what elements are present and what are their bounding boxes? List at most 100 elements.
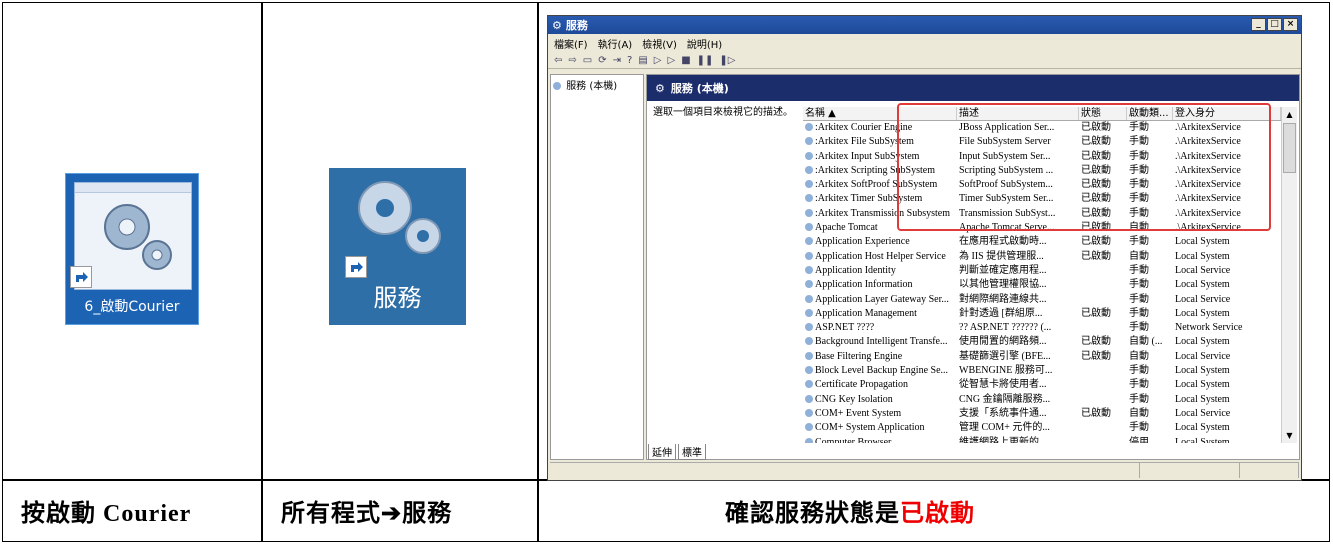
tab-extended[interactable]: 延伸 <box>648 444 676 460</box>
column-divider-2 <box>537 3 539 541</box>
service-description: 以其他管理權限協... <box>959 279 1047 291</box>
service-gear-icon <box>805 337 813 346</box>
menu-view[interactable]: 檢視(V) <box>642 36 677 51</box>
service-description: 對網際網路連線共... <box>959 293 1047 305</box>
scroll-thumb[interactable] <box>1283 123 1296 173</box>
pause-icon[interactable]: ❚❚ <box>697 55 714 66</box>
service-gear-icon <box>805 423 813 432</box>
stop-icon[interactable]: ■ <box>681 55 690 66</box>
tree-item-services-local[interactable]: 服務 (本機) <box>566 81 617 92</box>
menu-bar: 檔案(F) 執行(A) 檢視(V) 說明(H) <box>548 34 1301 52</box>
service-startup-type: 自動 (... <box>1129 336 1163 348</box>
shortcut-arrow-icon <box>70 266 92 288</box>
maximize-button[interactable]: □ <box>1267 18 1282 31</box>
service-logon-as: Network Service <box>1175 322 1243 334</box>
highlight-box <box>897 103 1271 231</box>
service-startup-type: 手動 <box>1129 365 1149 377</box>
service-name: Application Management <box>803 307 957 321</box>
service-logon-as: Local Service <box>1175 264 1231 276</box>
service-startup-type: 手動 <box>1129 307 1149 319</box>
console-tree: 服務 (本機) <box>550 74 644 460</box>
service-startup-type: 自動 <box>1129 250 1149 262</box>
table-row[interactable]: Application Information 以其他管理權限協... 手動 Loca… <box>803 278 1281 292</box>
resume-icon[interactable]: ❚▷ <box>719 55 735 66</box>
console-tree-icon[interactable]: ▭ <box>583 55 592 66</box>
scroll-up-icon[interactable]: ▲ <box>1282 107 1297 122</box>
properties-icon[interactable]: ▤ <box>638 55 647 66</box>
table-row[interactable]: Application Identity 判斷並確定應用程... 手動 Local S… <box>803 264 1281 278</box>
service-description: 管理 COM+ 元件的... <box>959 422 1050 434</box>
shortcut-label: 服務 <box>373 284 422 312</box>
service-description: 從智慧卡將使用者... <box>959 379 1047 391</box>
minimize-button[interactable]: _ <box>1251 18 1266 31</box>
service-gear-icon <box>805 151 813 160</box>
start-icon[interactable]: ▷ <box>654 55 662 66</box>
service-logon-as: Local System <box>1175 393 1230 405</box>
service-startup-type: 手動 <box>1129 236 1149 248</box>
table-row[interactable]: Block Level Backup Engine Se... WBENGINE … <box>803 364 1281 378</box>
caption-check-status-text: 確認服務狀態是 <box>725 500 900 527</box>
services-icon <box>553 82 561 90</box>
menu-help[interactable]: 說明(H) <box>687 36 722 51</box>
table-row[interactable]: Application Management 針對透過 [群組原... 已啟動 手動 L… <box>803 307 1281 321</box>
table-row[interactable]: Background Intelligent Transfe... 使用閒置的網路… <box>803 335 1281 349</box>
services-shortcut-icon[interactable]: 服務 <box>329 168 466 325</box>
service-logon-as: Local System <box>1175 379 1230 391</box>
shortcut-label: 6_啟動Courier <box>84 299 180 315</box>
courier-shortcut-icon[interactable]: 6_啟動Courier <box>65 173 199 325</box>
scroll-down-icon[interactable]: ▼ <box>1282 428 1297 443</box>
table-row[interactable]: ASP.NET ?????? ASP.NET ?????? (... 手動 Netw… <box>803 321 1281 335</box>
service-name: Application Experience <box>803 235 957 249</box>
back-icon[interactable]: ⇦ <box>554 55 562 66</box>
service-logon-as: Local System <box>1175 422 1230 434</box>
title-bar: ⚙ 服務 _ □ × <box>548 16 1301 34</box>
help-icon[interactable]: ? <box>627 55 632 66</box>
service-status <box>1079 321 1127 335</box>
service-name: ASP.NET ???? <box>803 321 957 335</box>
table-row[interactable]: Computer Browser 維護網路上更新的... 停用 Local Syste… <box>803 436 1281 443</box>
services-icon: ⚙ <box>655 81 665 95</box>
table-row[interactable]: Certificate Propagation 從智慧卡將使用者... 手動 Loca… <box>803 378 1281 392</box>
service-gear-icon <box>805 194 813 203</box>
service-description: 判斷並確定應用程... <box>959 264 1047 276</box>
service-status <box>1079 436 1127 443</box>
service-status: 已啟動 <box>1081 336 1111 348</box>
table-row[interactable]: Application Layer Gateway Ser... 對網際網路連線共… <box>803 293 1281 307</box>
service-name: Application Host Helper Service <box>803 250 957 264</box>
service-name: Computer Browser <box>803 436 957 443</box>
service-description: ?? ASP.NET ?????? (... <box>959 322 1052 334</box>
start-alt-icon[interactable]: ▷ <box>667 55 675 66</box>
service-startup-type: 停用 <box>1129 436 1149 443</box>
window-title: 服務 <box>565 19 588 32</box>
service-gear-icon <box>805 308 813 317</box>
service-startup-type: 自動 <box>1129 407 1149 419</box>
forward-icon[interactable]: ⇨ <box>568 55 576 66</box>
service-gear-icon <box>805 265 813 274</box>
service-status: 已啟動 <box>1081 407 1111 419</box>
close-button[interactable]: × <box>1283 18 1298 31</box>
table-row[interactable]: Application Host Helper Service 為 IIS 提供管… <box>803 250 1281 264</box>
table-row[interactable]: COM+ Event System 支援「系統事件通... 已啟動 自動 Local S… <box>803 407 1281 421</box>
refresh-icon[interactable]: ⟳ <box>598 55 606 66</box>
service-gear-icon <box>805 437 813 443</box>
menu-action[interactable]: 執行(A) <box>598 36 633 51</box>
table-row[interactable]: Application Experience 在應用程式啟動時... 已啟動 手動 Lo… <box>803 235 1281 249</box>
menu-file[interactable]: 檔案(F) <box>554 36 588 51</box>
vertical-scrollbar[interactable]: ▲ ▼ <box>1281 107 1297 443</box>
service-status <box>1079 393 1127 407</box>
service-gear-icon <box>805 165 813 174</box>
tab-standard[interactable]: 標準 <box>678 444 706 460</box>
table-row[interactable]: CNG Key Isolation CNG 金鑰隔離服務... 手動 Local Sy… <box>803 393 1281 407</box>
table-row[interactable]: Base Filtering Engine 基礎篩選引擎 (BFE... 已啟動 自動… <box>803 350 1281 364</box>
export-icon[interactable]: ⇥ <box>613 55 621 66</box>
service-description: CNG 金鑰隔離服務... <box>959 393 1051 405</box>
service-gear-icon <box>805 366 813 375</box>
toolbar: ⇦ ⇨ ▭ ⟳ ⇥ ? ▤ ▷ ▷ ■ ❚❚ ❚▷ <box>548 52 1301 69</box>
service-gear-icon <box>805 123 813 131</box>
services-window: ⚙ 服務 _ □ × 檔案(F) 執行(A) 檢視(V) 說明(H) ⇦ ⇨ ▭… <box>547 15 1302 481</box>
table-row[interactable]: COM+ System Application 管理 COM+ 元件的... 手動 L… <box>803 421 1281 435</box>
service-logon-as: Local Service <box>1175 407 1231 419</box>
service-logon-as: Local Service <box>1175 350 1231 362</box>
service-name: CNG Key Isolation <box>803 393 957 407</box>
service-description: 基礎篩選引擎 (BFE... <box>959 350 1051 362</box>
